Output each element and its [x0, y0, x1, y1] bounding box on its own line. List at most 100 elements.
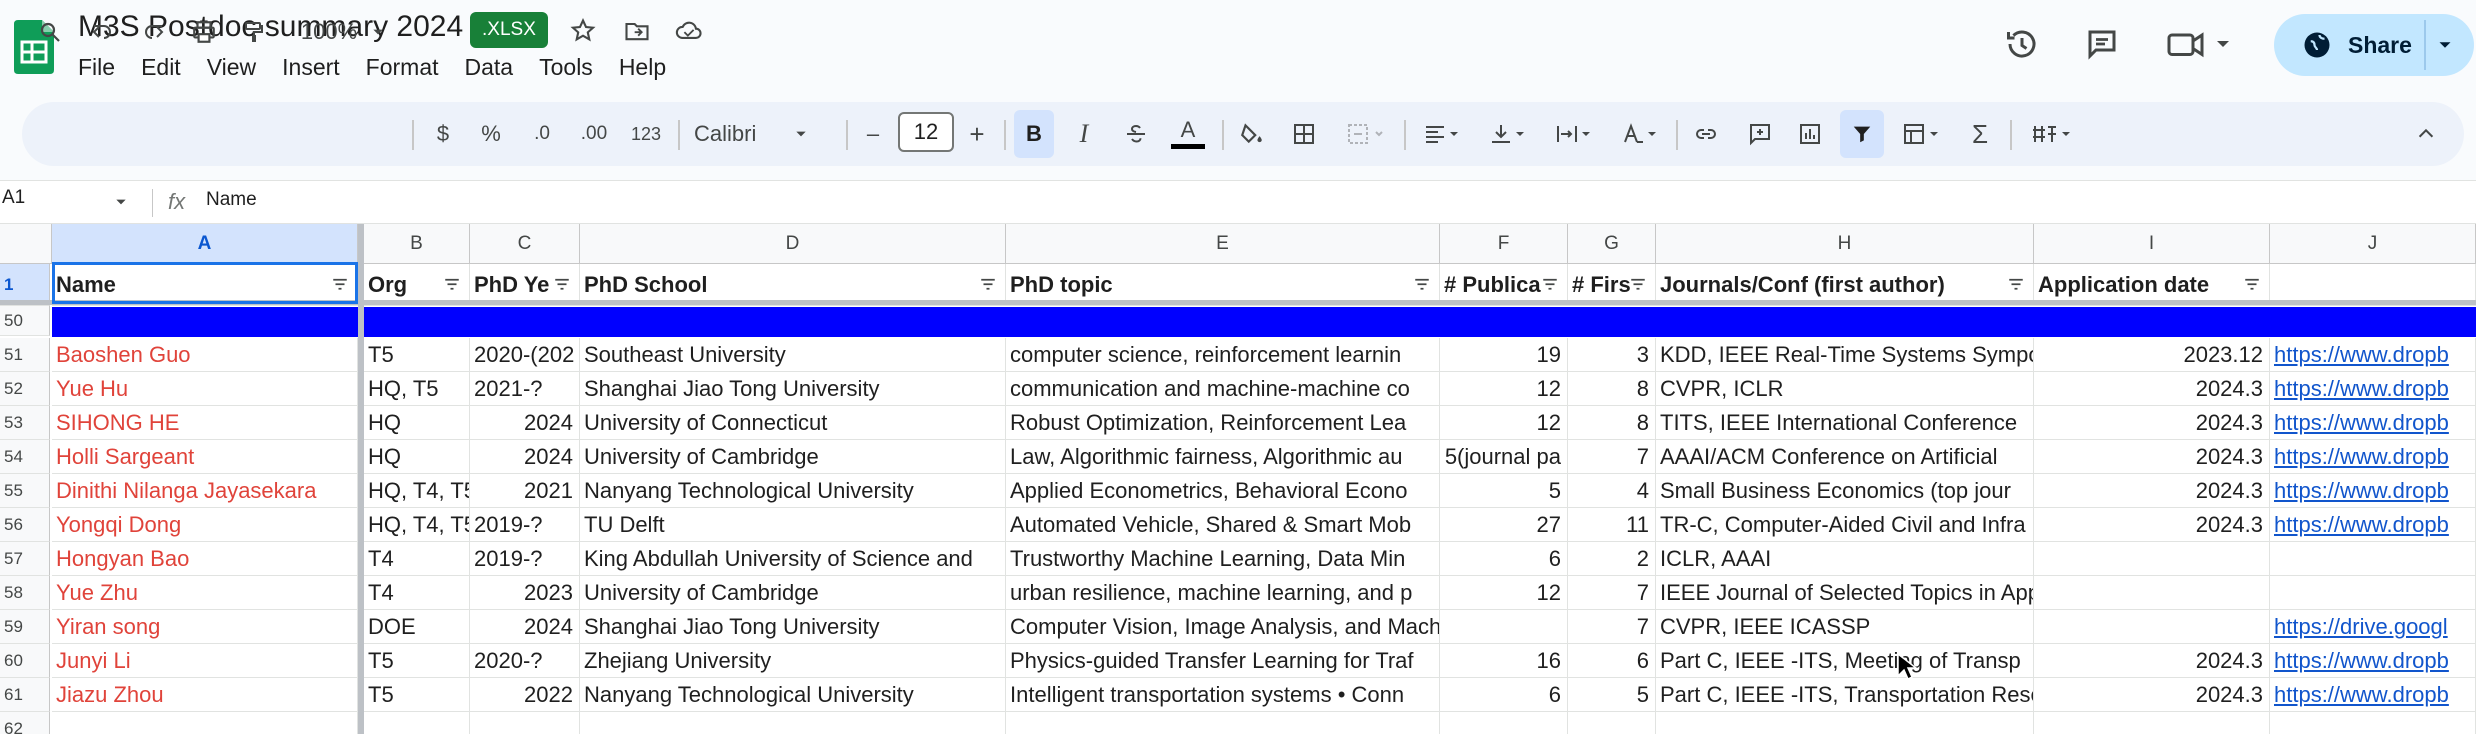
table-cell[interactable]: HQ, T4, T5 — [364, 474, 470, 508]
table-cell[interactable]: Intelligent transportation systems • Con… — [1006, 678, 1440, 712]
table-cell[interactable]: 7 — [1568, 610, 1656, 644]
bold-button[interactable]: B — [1014, 110, 1054, 158]
table-cell[interactable]: 2024 — [470, 610, 580, 644]
table-cell[interactable]: 7 — [1568, 440, 1656, 474]
increase-decimal-button[interactable]: .00 — [572, 110, 616, 158]
table-cell[interactable]: 2024.3 — [2034, 372, 2270, 406]
table-cell[interactable]: 12 — [1440, 406, 1568, 440]
table-cell[interactable]: IEEE Journal of Selected Topics in Appli… — [1656, 576, 2034, 610]
table-cell[interactable]: Trustworthy Machine Learning, Data Min — [1006, 542, 1440, 576]
table-cell[interactable]: 3 — [1568, 338, 1656, 372]
row-header[interactable]: 61 — [0, 678, 50, 712]
table-cell[interactable]: 2 — [1568, 542, 1656, 576]
row-header[interactable]: 54 — [0, 440, 50, 474]
table-cell[interactable]: AAAI/ACM Conference on Artificial — [1656, 440, 2034, 474]
table-cell[interactable]: 19 — [1440, 338, 1568, 372]
table-cell[interactable] — [1568, 712, 1656, 734]
horizontal-align-icon[interactable] — [1414, 110, 1470, 158]
table-cell[interactable]: Automated Vehicle, Shared & Smart Mob — [1006, 508, 1440, 542]
table-cell[interactable] — [2034, 576, 2270, 610]
table-cell[interactable]: DOE — [364, 610, 470, 644]
table-cell[interactable]: SIHONG HE — [52, 406, 358, 440]
table-cell[interactable] — [1006, 712, 1440, 734]
menu-tools[interactable]: Tools — [539, 54, 593, 81]
row-header[interactable]: 59 — [0, 610, 50, 644]
formula-input[interactable]: Name — [206, 189, 257, 211]
table-cell[interactable]: Nanyang Technological University — [580, 474, 1006, 508]
table-cell[interactable]: University of Cambridge — [580, 576, 1006, 610]
row-header[interactable]: 58 — [0, 576, 50, 610]
table-cell[interactable]: KDD, IEEE Real-Time Systems Sympo — [1656, 338, 2034, 372]
menu-file[interactable]: File — [78, 54, 115, 81]
table-cell[interactable]: 7 — [1568, 576, 1656, 610]
table-cell[interactable] — [1656, 712, 2034, 734]
table-cell[interactable]: CVPR, ICLR — [1656, 372, 2034, 406]
column-filter-icon[interactable] — [442, 276, 462, 294]
table-cell[interactable]: Robust Optimization, Reinforcement Lea — [1006, 406, 1440, 440]
table-cell[interactable]: 5 — [1440, 474, 1568, 508]
link-cell[interactable]: https://www.dropb — [2270, 474, 2476, 508]
row-header[interactable]: 60 — [0, 644, 50, 678]
row-header[interactable]: 55 — [0, 474, 50, 508]
table-cell[interactable]: 2024.3 — [2034, 406, 2270, 440]
table-cell[interactable]: 2021-? — [470, 372, 580, 406]
column-header-j[interactable]: J — [2270, 224, 2476, 264]
table-cell[interactable]: 8 — [1568, 372, 1656, 406]
insert-link-icon[interactable] — [1686, 110, 1726, 158]
menu-data[interactable]: Data — [465, 54, 514, 81]
menu-edit[interactable]: Edit — [141, 54, 181, 81]
filter-icon[interactable] — [1840, 110, 1884, 158]
table-cell[interactable]: University of Connecticut — [580, 406, 1006, 440]
table-cell[interactable]: 5(journal pa — [1440, 440, 1568, 474]
table-cell[interactable]: ICLR, AAAI — [1656, 542, 2034, 576]
row-header[interactable]: 51 — [0, 338, 50, 372]
link-cell[interactable]: https://www.dropb — [2270, 644, 2476, 678]
redo-icon[interactable] — [134, 8, 174, 56]
table-cell[interactable]: Shanghai Jiao Tong University — [580, 610, 1006, 644]
paint-format-icon[interactable] — [234, 8, 274, 56]
text-wrapping-icon[interactable] — [1546, 110, 1602, 158]
table-cell[interactable] — [364, 712, 470, 734]
table-cell[interactable]: Southeast University — [580, 338, 1006, 372]
input-tools-icon[interactable] — [2020, 110, 2084, 158]
table-cell[interactable]: Computer Vision, Image Analysis, and Mac… — [1006, 610, 1440, 644]
more-formats-button[interactable]: 123 — [626, 110, 666, 158]
table-cell[interactable]: Yongqi Dong — [52, 508, 358, 542]
share-button[interactable]: Share — [2274, 14, 2474, 76]
column-header-h[interactable]: H — [1656, 224, 2034, 264]
link-cell[interactable]: https://www.dropb — [2270, 372, 2476, 406]
table-cell[interactable]: computer science, reinforcement learnin — [1006, 338, 1440, 372]
table-cell[interactable]: 2019-? — [470, 542, 580, 576]
table-cell[interactable]: TR-C, Computer-Aided Civil and Infra — [1656, 508, 2034, 542]
table-cell[interactable]: 12 — [1440, 372, 1568, 406]
table-cell[interactable]: 8 — [1568, 406, 1656, 440]
borders-icon[interactable] — [1284, 110, 1324, 158]
star-icon[interactable] — [566, 14, 600, 48]
table-cell[interactable]: T5 — [364, 338, 470, 372]
table-cell[interactable]: T4 — [364, 576, 470, 610]
table-cell[interactable]: 5 — [1568, 678, 1656, 712]
column-filter-icon[interactable] — [1628, 276, 1648, 294]
merge-cells-icon[interactable] — [1336, 110, 1396, 158]
zoom-select[interactable]: 100% — [288, 8, 398, 56]
table-cell[interactable] — [2034, 712, 2270, 734]
select-all-corner[interactable] — [0, 224, 52, 264]
move-folder-icon[interactable] — [620, 14, 654, 48]
table-cell[interactable] — [1440, 712, 1568, 734]
font-family-select[interactable]: Calibri — [694, 110, 834, 158]
table-cell[interactable]: 11 — [1568, 508, 1656, 542]
column-filter-icon[interactable] — [2242, 276, 2262, 294]
table-cell[interactable]: HQ, T4, T5 — [364, 508, 470, 542]
table-cell[interactable]: Yue Hu — [52, 372, 358, 406]
table-cell[interactable]: Junyi Li — [52, 644, 358, 678]
table-cell[interactable]: King Abdullah University of Science and — [580, 542, 1006, 576]
row-header[interactable]: 62 — [0, 712, 50, 734]
table-cell[interactable]: HQ — [364, 440, 470, 474]
column-header-f[interactable]: F — [1440, 224, 1568, 264]
link-cell[interactable] — [2270, 542, 2476, 576]
table-cell[interactable]: Zhejiang University — [580, 644, 1006, 678]
column-header-c[interactable]: C — [470, 224, 580, 264]
table-cell[interactable]: Part C, IEEE -ITS, Meeting of Transp — [1656, 644, 2034, 678]
decrease-decimal-button[interactable]: .0 — [522, 110, 562, 158]
link-cell[interactable]: https://www.dropb — [2270, 338, 2476, 372]
